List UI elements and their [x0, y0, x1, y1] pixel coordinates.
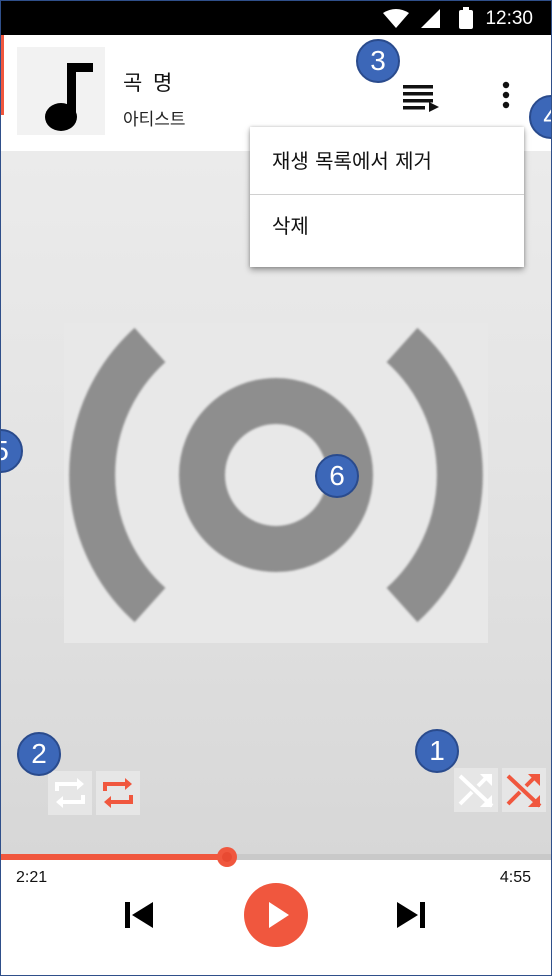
- shuffle-icon: [458, 774, 494, 808]
- menu-item-delete[interactable]: 삭제: [250, 196, 524, 264]
- music-note-icon: [45, 63, 93, 131]
- seek-bar-progress: [1, 854, 227, 860]
- track-thumbnail: [17, 47, 105, 135]
- status-bar: 12:30: [1, 1, 551, 35]
- play-button[interactable]: [244, 883, 308, 947]
- header-accent: [1, 35, 4, 115]
- queue-list-icon: [403, 85, 439, 112]
- signal-icon: [421, 9, 440, 28]
- play-icon: [269, 902, 289, 928]
- skip-previous-icon: [125, 902, 153, 928]
- shuffle-off-button[interactable]: [454, 768, 498, 812]
- seek-bar-thumb[interactable]: [217, 847, 237, 867]
- battery-icon: [459, 7, 473, 29]
- annotation-badge-1: 1: [415, 729, 459, 773]
- repeat-off-button[interactable]: [48, 771, 92, 815]
- album-art: [64, 323, 488, 643]
- overflow-menu: 재생 목록에서 제거 삭제: [250, 127, 524, 267]
- current-time: 2:21: [16, 869, 48, 886]
- radio-broadcast-icon: [69, 327, 483, 623]
- previous-button[interactable]: [121, 895, 157, 935]
- annotation-badge-6: 6: [315, 454, 359, 498]
- track-artist: 아티스트: [123, 110, 186, 130]
- annotation-badge-3: 3: [356, 39, 400, 83]
- next-button[interactable]: [393, 895, 429, 935]
- repeat-on-button[interactable]: [96, 771, 140, 815]
- repeat-icon: [103, 778, 133, 808]
- total-time: 4:55: [499, 869, 531, 886]
- more-options-button[interactable]: [491, 75, 521, 115]
- repeat-icon: [55, 778, 85, 808]
- queue-button[interactable]: [399, 75, 445, 115]
- shuffle-on-button[interactable]: [502, 768, 546, 812]
- menu-item-remove-from-playlist[interactable]: 재생 목록에서 제거: [250, 127, 524, 195]
- track-title: 곡 명: [123, 71, 175, 95]
- skip-next-icon: [397, 902, 425, 928]
- device-frame: 12:30 곡 명 아티스트 재생 목록에서 제거 삭제 2:21 4:55 1…: [0, 0, 552, 976]
- wifi-icon: [383, 9, 409, 28]
- more-vert-icon: [502, 81, 510, 109]
- shuffle-icon: [506, 774, 542, 808]
- annotation-badge-2: 2: [17, 732, 61, 776]
- status-time: 12:30: [485, 8, 533, 29]
